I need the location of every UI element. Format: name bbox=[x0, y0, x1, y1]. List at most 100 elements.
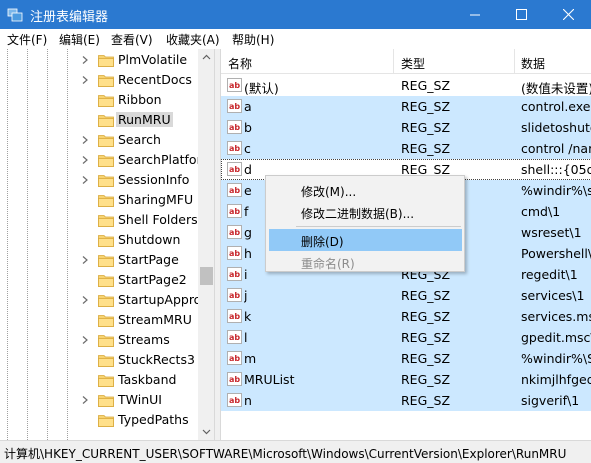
value-row[interactable]: aba REG_SZ control.exe c bbox=[221, 96, 591, 117]
svg-text:ab: ab bbox=[229, 81, 240, 90]
tree-item[interactable]: PlmVolatile bbox=[0, 50, 198, 70]
expand-arrow-icon[interactable] bbox=[81, 296, 89, 304]
menu-item-modify[interactable]: 修改(M)... bbox=[269, 179, 462, 201]
tree-item-label: StuckRects3 bbox=[118, 352, 195, 367]
tree-item[interactable]: Shutdown bbox=[0, 230, 198, 250]
menu-help[interactable]: 帮助(H) bbox=[232, 31, 274, 48]
tree-item-label: RunMRU bbox=[116, 112, 173, 127]
close-icon bbox=[562, 9, 574, 20]
column-type[interactable]: 类型 bbox=[401, 55, 425, 72]
tree-item-label: Search bbox=[118, 132, 161, 147]
value-data: slidetoshutdo bbox=[521, 120, 591, 135]
value-name: l bbox=[244, 330, 248, 345]
expand-arrow-icon[interactable] bbox=[81, 176, 89, 184]
title-bar[interactable]: 注册表编辑器 bbox=[0, 0, 591, 29]
value-row[interactable]: abc REG_SZ control /nam bbox=[221, 138, 591, 159]
svg-text:ab: ab bbox=[229, 186, 240, 195]
expand-arrow-icon[interactable] bbox=[81, 136, 89, 144]
tree-item-label: TypedPaths bbox=[118, 412, 189, 427]
tree-item[interactable]: StreamMRU bbox=[0, 310, 198, 330]
expand-arrow-icon[interactable] bbox=[81, 56, 89, 64]
minimize-button[interactable] bbox=[452, 0, 498, 29]
tree-item[interactable]: SearchPlatform bbox=[0, 150, 214, 170]
column-separator[interactable] bbox=[393, 49, 394, 74]
tree-item[interactable]: StuckRects3 bbox=[0, 350, 198, 370]
value-data: %windir%\sy bbox=[521, 183, 591, 198]
tree-item[interactable]: Ribbon bbox=[0, 90, 198, 110]
svg-text:ab: ab bbox=[229, 144, 240, 153]
string-value-icon: ab bbox=[227, 78, 242, 92]
folder-icon bbox=[98, 355, 114, 367]
list-header: 名称 类型 数据 bbox=[221, 49, 591, 74]
column-name[interactable]: 名称 bbox=[228, 55, 252, 72]
folder-icon bbox=[98, 395, 114, 407]
tree-item[interactable]: Taskband bbox=[0, 370, 198, 390]
tree-scrollbar[interactable] bbox=[198, 49, 214, 440]
value-row[interactable]: abl REG_SZ gpedit.msc\1 bbox=[221, 327, 591, 348]
value-data: %windir%\S bbox=[521, 351, 591, 366]
value-row[interactable]: ab MRUList REG_SZ nkimjlhfged bbox=[221, 369, 591, 390]
tree-item[interactable]: StartPage2 bbox=[0, 270, 198, 290]
expand-arrow-icon[interactable] bbox=[81, 256, 89, 264]
value-row[interactable]: ab j REG_SZ services\1 bbox=[221, 285, 591, 306]
maximize-button[interactable] bbox=[498, 0, 544, 29]
tree-item[interactable]: SessionInfo bbox=[0, 170, 198, 190]
value-row[interactable]: ab m REG_SZ %windir%\S bbox=[221, 348, 591, 369]
menu-favorites[interactable]: 收藏夹(A) bbox=[166, 31, 220, 48]
tree-item-label: Shell Folders bbox=[118, 212, 198, 227]
value-data: cmd\1 bbox=[521, 204, 561, 219]
value-name: c bbox=[244, 141, 251, 156]
tree-item-label: SharingMFU bbox=[118, 192, 194, 207]
expand-arrow-icon[interactable] bbox=[81, 76, 89, 84]
registry-tree[interactable]: PlmVolatile RecentDocs Ribbon RunMRU Search S… bbox=[0, 49, 215, 440]
scroll-thumb[interactable] bbox=[200, 267, 213, 285]
folder-icon bbox=[98, 275, 114, 287]
menu-item-modify-binary[interactable]: 修改二进制数据(B)... bbox=[269, 201, 462, 223]
menu-item-delete[interactable]: 删除(D) bbox=[269, 229, 462, 251]
value-name: MRUList bbox=[244, 372, 295, 387]
string-value-icon: ab bbox=[227, 120, 242, 134]
value-row[interactable]: ab (默认) REG_SZ (数值未设置) bbox=[221, 75, 591, 96]
folder-icon bbox=[98, 295, 114, 307]
value-name: n bbox=[244, 393, 252, 408]
tree-item-label: Ribbon bbox=[118, 92, 162, 107]
svg-text:ab: ab bbox=[229, 291, 240, 300]
menu-edit[interactable]: 编辑(E) bbox=[59, 31, 100, 48]
value-row[interactable]: ab n REG_SZ sigverif\1 bbox=[221, 390, 591, 411]
menu-file[interactable]: 文件(F) bbox=[7, 31, 47, 48]
tree-item[interactable]: Streams bbox=[0, 330, 198, 350]
svg-text:ab: ab bbox=[229, 396, 240, 405]
value-row[interactable]: abk REG_SZ services.msc\ bbox=[221, 306, 591, 327]
tree-item[interactable]: Search bbox=[0, 130, 198, 150]
expand-arrow-icon[interactable] bbox=[81, 156, 89, 164]
tree-item[interactable]: SharingMFU bbox=[0, 190, 198, 210]
svg-text:ab: ab bbox=[229, 354, 240, 363]
scroll-down-icon[interactable] bbox=[202, 427, 211, 436]
tree-item[interactable]: RunMRU bbox=[0, 110, 198, 130]
tree-item[interactable]: StartupApproved bbox=[0, 290, 214, 310]
value-type: REG_SZ bbox=[401, 78, 451, 93]
column-separator[interactable] bbox=[514, 49, 515, 74]
scroll-up-icon[interactable] bbox=[202, 53, 211, 62]
tree-item[interactable]: RecentDocs bbox=[0, 70, 198, 90]
folder-icon bbox=[98, 255, 114, 267]
value-row[interactable]: abb REG_SZ slidetoshutdo bbox=[221, 117, 591, 138]
value-data: control.exe c bbox=[521, 99, 591, 114]
expand-arrow-icon[interactable] bbox=[81, 336, 89, 344]
tree-item[interactable]: Shell Folders bbox=[0, 210, 198, 230]
menu-view[interactable]: 查看(V) bbox=[111, 31, 153, 48]
value-data: services\1 bbox=[521, 288, 585, 303]
expand-arrow-icon[interactable] bbox=[81, 396, 89, 404]
menu-separator bbox=[296, 226, 461, 227]
tree-item[interactable]: TWinUI bbox=[0, 390, 198, 410]
value-name: m bbox=[244, 351, 257, 366]
tree-item[interactable]: StartPage bbox=[0, 250, 198, 270]
menu-item-rename[interactable]: 重命名(R) bbox=[269, 251, 462, 273]
close-button[interactable] bbox=[545, 0, 591, 29]
value-data: gpedit.msc\1 bbox=[521, 330, 591, 345]
svg-text:ab: ab bbox=[229, 207, 240, 216]
column-data[interactable]: 数据 bbox=[521, 55, 545, 72]
tree-item[interactable]: TypedPaths bbox=[0, 410, 198, 430]
value-data: Powershell\1 bbox=[521, 246, 591, 261]
value-data: services.msc\ bbox=[521, 309, 591, 324]
